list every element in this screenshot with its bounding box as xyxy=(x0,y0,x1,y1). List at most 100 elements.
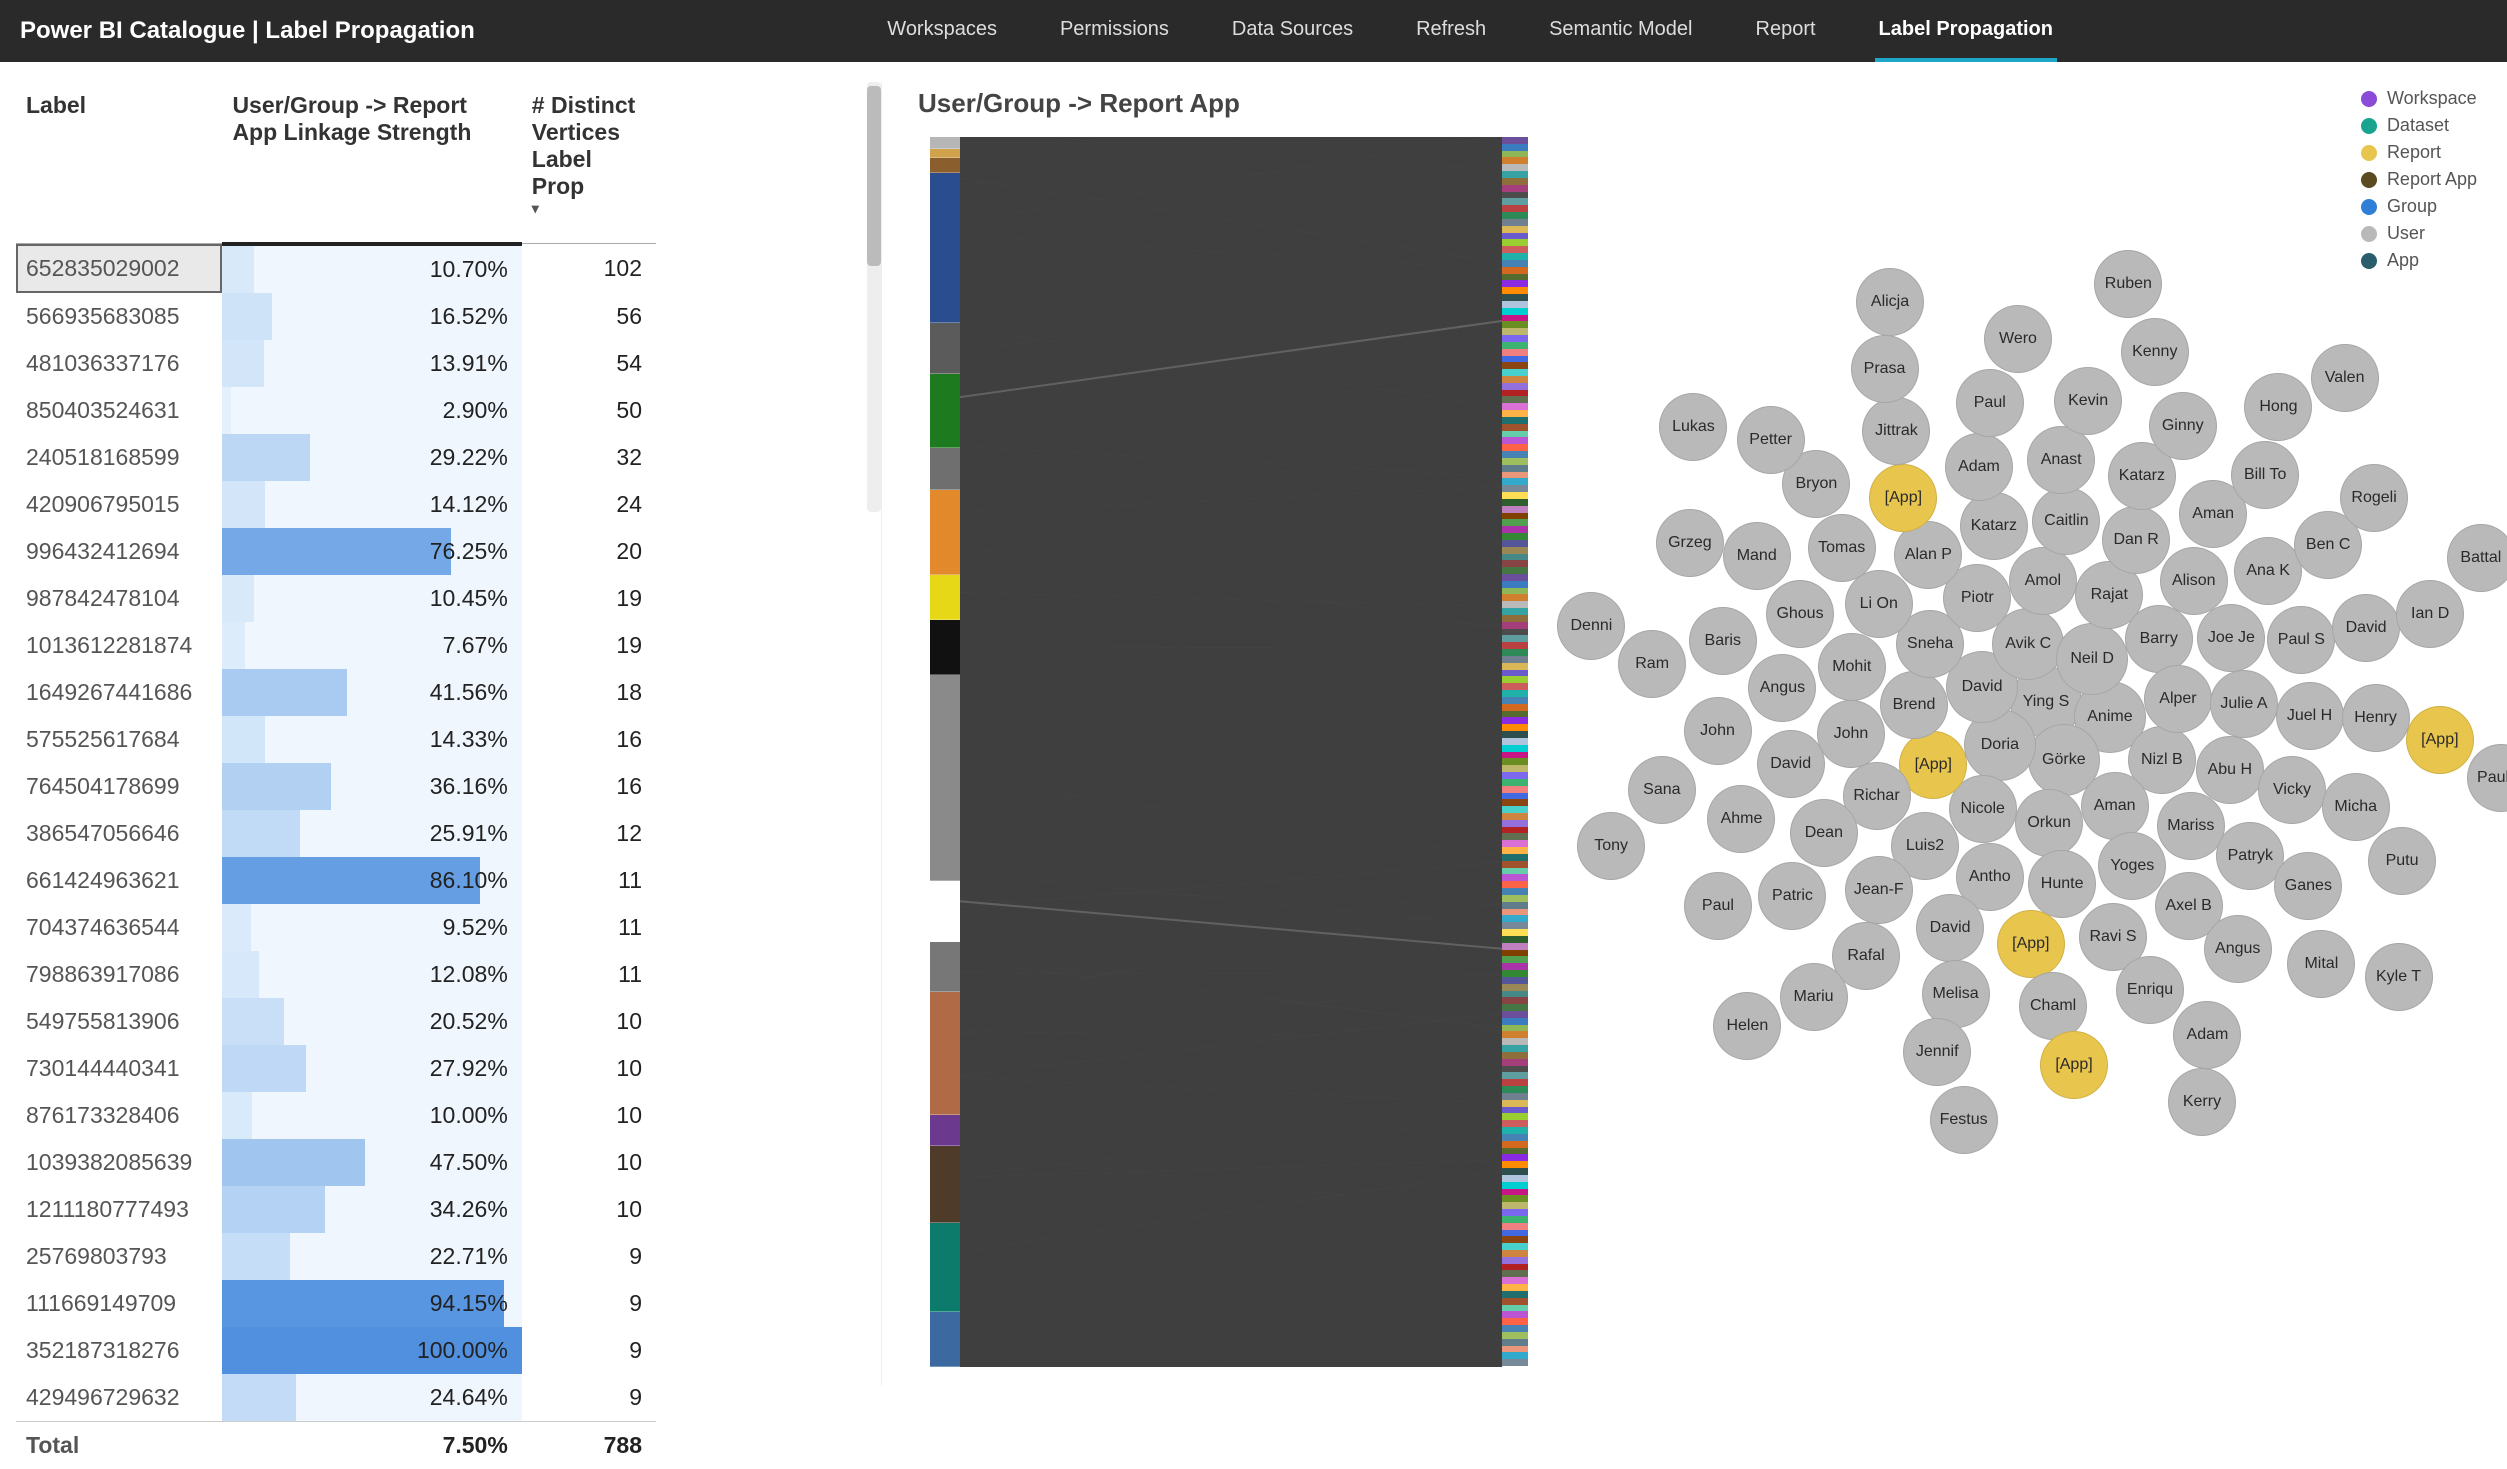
sankey-target-node[interactable] xyxy=(1502,362,1528,369)
sankey-target-node[interactable] xyxy=(1502,1127,1528,1134)
sankey-target-node[interactable] xyxy=(1502,1257,1528,1264)
sankey-target-node[interactable] xyxy=(1502,1223,1528,1230)
sankey-target-node[interactable] xyxy=(1502,642,1528,649)
col-header-vertices[interactable]: # Distinct Vertices Label Prop ▾ xyxy=(522,82,656,244)
sankey-target-node[interactable] xyxy=(1502,342,1528,349)
graph-node-user[interactable]: John xyxy=(1684,697,1752,765)
sankey-target-node[interactable] xyxy=(1502,997,1528,1004)
sankey-target-node[interactable] xyxy=(1502,1031,1528,1038)
sankey-target-node[interactable] xyxy=(1502,888,1528,895)
graph-node-user[interactable]: Petter xyxy=(1737,406,1805,474)
sankey-target-node[interactable] xyxy=(1502,157,1528,164)
graph-node-user[interactable]: Ahme xyxy=(1707,785,1775,853)
sankey-target-node[interactable] xyxy=(1502,1277,1528,1284)
sankey-target-node[interactable] xyxy=(1502,779,1528,786)
graph-node-user[interactable]: Mohit xyxy=(1818,633,1886,701)
sankey-target-node[interactable] xyxy=(1502,1093,1528,1100)
sankey-target-node[interactable] xyxy=(1502,690,1528,697)
graph-node-user[interactable]: Angus xyxy=(2204,915,2272,983)
sankey-target-node[interactable] xyxy=(1502,1346,1528,1353)
graph-node-user[interactable]: Paul S xyxy=(2267,606,2335,674)
graph-node-user[interactable]: Ana K xyxy=(2234,537,2302,605)
sankey-target-node[interactable] xyxy=(1502,697,1528,704)
graph-node-user[interactable]: Amol xyxy=(2009,547,2077,615)
sankey-target-node[interactable] xyxy=(1502,799,1528,806)
table-row[interactable]: 42949672963224.64%9 xyxy=(16,1374,656,1422)
sankey-target-node[interactable] xyxy=(1502,219,1528,226)
legend-item[interactable]: Group xyxy=(2361,196,2477,217)
sankey-target-node[interactable] xyxy=(1502,192,1528,199)
sankey-target-node[interactable] xyxy=(1502,356,1528,363)
sankey-source-node[interactable] xyxy=(930,490,960,575)
sankey-target-node[interactable] xyxy=(1502,786,1528,793)
graph-node-user[interactable]: Abu H xyxy=(2196,736,2264,804)
sankey-target-node[interactable] xyxy=(1502,1298,1528,1305)
sankey-target-node[interactable] xyxy=(1502,164,1528,171)
sankey-target-node[interactable] xyxy=(1502,902,1528,909)
graph-node-user[interactable]: Aman xyxy=(2081,772,2149,840)
graph-node-user[interactable]: Prasa xyxy=(1851,335,1919,403)
table-row[interactable]: 98784247810410.45%19 xyxy=(16,575,656,622)
sankey-target-node[interactable] xyxy=(1502,519,1528,526)
sankey-target-node[interactable] xyxy=(1502,581,1528,588)
sankey-target-node[interactable] xyxy=(1502,1018,1528,1025)
sankey-target-node[interactable] xyxy=(1502,533,1528,540)
table-row[interactable]: 7043746365449.52%11 xyxy=(16,904,656,951)
table-row[interactable]: 8504035246312.90%50 xyxy=(16,387,656,434)
sankey-target-node[interactable] xyxy=(1502,239,1528,246)
graph-node-user[interactable]: Brend xyxy=(1880,671,1948,739)
sankey-target-node[interactable] xyxy=(1502,1332,1528,1339)
legend-item[interactable]: User xyxy=(2361,223,2477,244)
table-row[interactable]: 56693568308516.52%56 xyxy=(16,293,656,340)
sankey-target-node[interactable] xyxy=(1502,929,1528,936)
sankey-target-node[interactable] xyxy=(1502,663,1528,670)
graph-node-user[interactable]: Dean xyxy=(1790,799,1858,867)
sankey-target-node[interactable] xyxy=(1502,1079,1528,1086)
table-row[interactable]: 42090679501514.12%24 xyxy=(16,481,656,528)
network-graph[interactable]: Ying SAnimeGörkeDoriaDavidAvik CNeil DNi… xyxy=(1616,282,2455,1345)
graph-node-user[interactable]: Battal xyxy=(2447,524,2507,592)
sankey-target-node[interactable] xyxy=(1502,185,1528,192)
sankey-target-node[interactable] xyxy=(1502,1045,1528,1052)
graph-node-user[interactable]: Baris xyxy=(1689,607,1757,675)
sankey-target-node[interactable] xyxy=(1502,198,1528,205)
graph-node-user[interactable]: Denni xyxy=(1557,592,1625,660)
sankey-target-node[interactable] xyxy=(1502,233,1528,240)
sankey-source-node[interactable] xyxy=(930,323,960,373)
graph-node-user[interactable]: Valen xyxy=(2311,344,2379,412)
sankey-target-node[interactable] xyxy=(1502,451,1528,458)
graph-node-user[interactable]: Jean-F xyxy=(1845,856,1913,924)
sankey-target-node[interactable] xyxy=(1502,1311,1528,1318)
sankey-target-node[interactable] xyxy=(1502,772,1528,779)
sankey-target-node[interactable] xyxy=(1502,1148,1528,1155)
sankey-target-node[interactable] xyxy=(1502,1107,1528,1114)
sankey-target-node[interactable] xyxy=(1502,820,1528,827)
table-row[interactable]: 164926744168641.56%18 xyxy=(16,669,656,716)
sankey-target-node[interactable] xyxy=(1502,1202,1528,1209)
table-row[interactable]: 57552561768414.33%16 xyxy=(16,716,656,763)
sankey-target-node[interactable] xyxy=(1502,137,1528,144)
sankey-target-node[interactable] xyxy=(1502,1182,1528,1189)
sankey-target-node[interactable] xyxy=(1502,308,1528,315)
sankey-target-node[interactable] xyxy=(1502,868,1528,875)
sankey-target-node[interactable] xyxy=(1502,738,1528,745)
nav-item-refresh[interactable]: Refresh xyxy=(1412,0,1490,62)
graph-node-user[interactable]: Alper xyxy=(2144,665,2212,733)
sankey-target-node[interactable] xyxy=(1502,437,1528,444)
table-row[interactable]: 48103633717613.91%54 xyxy=(16,340,656,387)
sankey-target-node[interactable] xyxy=(1502,178,1528,185)
graph-node-user[interactable]: Angus xyxy=(1748,654,1816,722)
graph-node-user[interactable]: Lukas xyxy=(1659,393,1727,461)
table-row[interactable]: 54975581390620.52%10 xyxy=(16,998,656,1045)
legend-item[interactable]: Report App xyxy=(2361,169,2477,190)
sankey-target-node[interactable] xyxy=(1502,833,1528,840)
graph-node-user[interactable]: Ruben xyxy=(2094,250,2162,318)
sankey-target-node[interactable] xyxy=(1502,1100,1528,1107)
sankey-target-node[interactable] xyxy=(1502,635,1528,642)
graph-node-user[interactable]: Paul xyxy=(1684,872,1752,940)
sankey-target-node[interactable] xyxy=(1502,622,1528,629)
sankey-target-node[interactable] xyxy=(1502,499,1528,506)
table-row[interactable]: 2576980379322.71%9 xyxy=(16,1233,656,1280)
sankey-target-node[interactable] xyxy=(1502,280,1528,287)
graph-node-user[interactable]: Mand xyxy=(1723,522,1791,590)
